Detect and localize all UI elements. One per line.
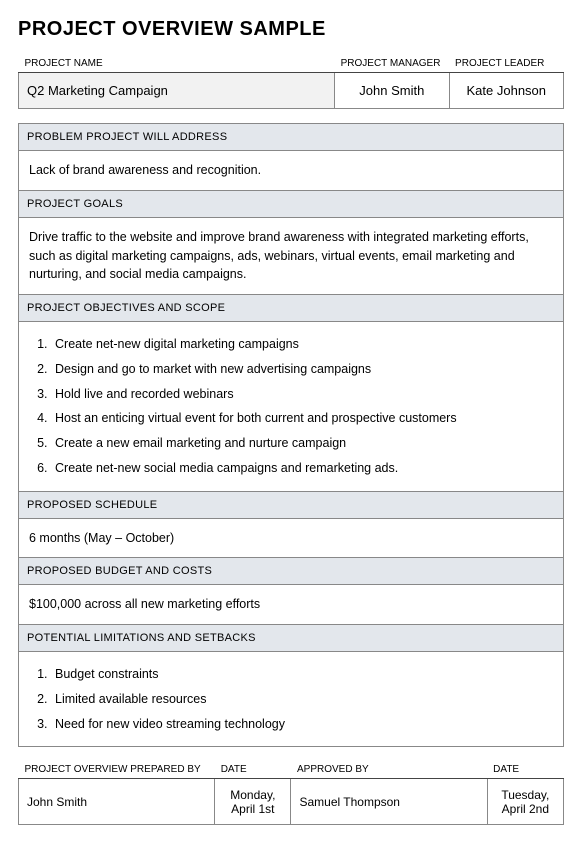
section-head-goals: PROJECT GOALS — [19, 190, 563, 218]
project-header-table: PROJECT NAME PROJECT MANAGER PROJECT LEA… — [18, 55, 564, 109]
section-head-schedule: PROPOSED SCHEDULE — [19, 491, 563, 519]
section-body-objectives: Create net-new digital marketing campaig… — [19, 322, 563, 491]
section-head-limitations: POTENTIAL LIMITATIONS AND SETBACKS — [19, 624, 563, 652]
section-head-objectives: PROJECT OBJECTIVES AND SCOPE — [19, 294, 563, 322]
list-item: Limited available resources — [51, 687, 553, 712]
list-item: Budget constraints — [51, 662, 553, 687]
list-item: Design and go to market with new adverti… — [51, 357, 553, 382]
list-item: Host an enticing virtual event for both … — [51, 406, 553, 431]
header-value-manager: John Smith — [335, 73, 449, 109]
footer-label-prepared-by: PROJECT OVERVIEW PREPARED BY — [19, 761, 215, 779]
footer-table: PROJECT OVERVIEW PREPARED BY DATE APPROV… — [18, 761, 564, 825]
footer-value-approved-by: Samuel Thompson — [291, 779, 487, 825]
list-item: Create net-new digital marketing campaig… — [51, 332, 553, 357]
list-item: Create a new email marketing and nurture… — [51, 431, 553, 456]
section-head-budget: PROPOSED BUDGET AND COSTS — [19, 557, 563, 585]
sections-container: PROBLEM PROJECT WILL ADDRESS Lack of bra… — [18, 123, 564, 747]
footer-label-date2: DATE — [487, 761, 563, 779]
header-label-manager: PROJECT MANAGER — [335, 55, 449, 73]
footer-label-date1: DATE — [215, 761, 291, 779]
list-item: Create net-new social media campaigns an… — [51, 456, 553, 481]
page-title: PROJECT OVERVIEW SAMPLE — [18, 18, 564, 41]
section-body-goals: Drive traffic to the website and improve… — [19, 218, 563, 294]
section-body-schedule: 6 months (May – October) — [19, 519, 563, 558]
header-value-name: Q2 Marketing Campaign — [19, 73, 335, 109]
section-body-budget: $100,000 across all new marketing effort… — [19, 585, 563, 624]
footer-label-approved-by: APPROVED BY — [291, 761, 487, 779]
list-item: Hold live and recorded webinars — [51, 382, 553, 407]
footer-value-prepared-by: John Smith — [19, 779, 215, 825]
footer-value-date2: Tuesday, April 2nd — [487, 779, 563, 825]
limitations-list: Budget constraints Limited available res… — [29, 662, 553, 736]
header-label-leader: PROJECT LEADER — [449, 55, 563, 73]
footer-value-date1: Monday, April 1st — [215, 779, 291, 825]
header-value-leader: Kate Johnson — [449, 73, 563, 109]
section-body-problem: Lack of brand awareness and recognition. — [19, 151, 563, 190]
section-body-limitations: Budget constraints Limited available res… — [19, 652, 563, 746]
objectives-list: Create net-new digital marketing campaig… — [29, 332, 553, 481]
section-head-problem: PROBLEM PROJECT WILL ADDRESS — [19, 124, 563, 151]
header-label-name: PROJECT NAME — [19, 55, 335, 73]
